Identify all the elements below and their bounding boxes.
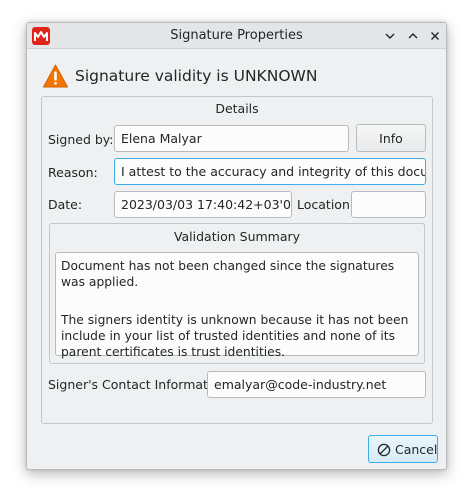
summary-line-identity: The signers identity is unknown because …: [61, 313, 409, 359]
chevron-down-icon: [385, 33, 395, 39]
date-label: Date:: [48, 197, 83, 212]
location-label: Location:: [297, 197, 355, 212]
signature-properties-dialog: Signature Properties Signature validity …: [26, 22, 447, 470]
close-icon: [431, 32, 439, 40]
validation-summary-title: Validation Summary: [173, 229, 301, 244]
reason-field[interactable]: I attest to the accuracy and integrity o…: [114, 158, 426, 185]
validity-heading: Signature validity is UNKNOWN: [42, 63, 422, 91]
contact-label: Signer's Contact Information:: [48, 377, 232, 392]
info-button[interactable]: Info: [356, 124, 426, 152]
cancel-button[interactable]: Cancel: [368, 435, 438, 463]
title-bar[interactable]: Signature Properties: [27, 23, 446, 49]
chevron-up-icon: [408, 33, 418, 39]
validation-summary-text[interactable]: Document has not been changed since the …: [55, 252, 419, 359]
summary-line-changed: Document has not been changed since the …: [61, 259, 395, 289]
date-field[interactable]: 2023/03/03 17:40:42+03'00': [114, 191, 292, 218]
signed-by-label: Signed by:: [48, 132, 114, 147]
maximize-button[interactable]: [405, 28, 421, 44]
warning-icon: [43, 64, 68, 88]
location-field[interactable]: [351, 191, 426, 218]
cancel-icon: [377, 443, 391, 457]
signed-by-field[interactable]: Elena Malyar: [114, 125, 349, 152]
validity-status-text: Signature validity is UNKNOWN: [75, 67, 318, 85]
close-button[interactable]: [427, 28, 443, 44]
cancel-button-label: Cancel: [395, 442, 438, 457]
minimize-button[interactable]: [382, 28, 398, 44]
reason-label: Reason:: [48, 165, 98, 180]
contact-field[interactable]: emalyar@code-industry.net: [207, 371, 426, 398]
details-group-title: Details: [215, 101, 259, 116]
